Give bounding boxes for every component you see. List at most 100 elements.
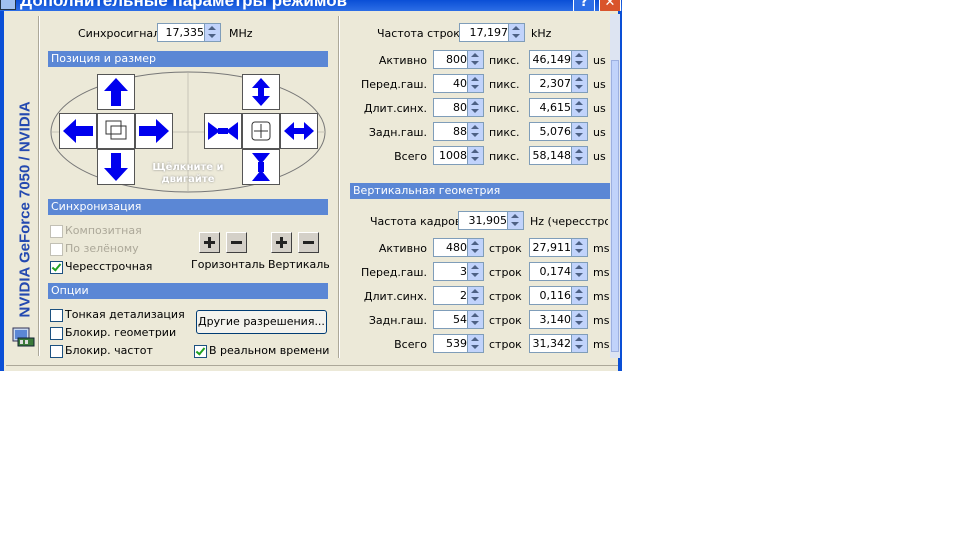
display-card-icon xyxy=(12,327,35,347)
composite-checkbox[interactable] xyxy=(50,225,63,238)
vertical-row-time-unit: ms xyxy=(593,266,610,279)
spin-arrows-icon[interactable] xyxy=(467,287,483,304)
horizontal-row-value: 1008 xyxy=(439,149,467,162)
horizontal-row-time-spinner[interactable]: 4,615 xyxy=(529,98,588,117)
horizontal-row-label: Всего xyxy=(394,150,427,163)
spin-arrows-icon[interactable] xyxy=(571,99,587,116)
horizontal-row-unit: пикс. xyxy=(489,150,520,163)
vertical-row-time-spinner[interactable]: 3,140 xyxy=(529,310,588,329)
move-down-icon[interactable] xyxy=(97,149,135,185)
v-freq-label: Частота кадров xyxy=(370,215,462,228)
brand-strip: NVIDIA GeForce 7050 / NVIDIA xyxy=(12,20,38,320)
horizontal-row-time-spinner[interactable]: 46,149 xyxy=(529,50,588,69)
interlaced-label: Чересстрочная xyxy=(65,260,153,273)
help-button[interactable]: ? xyxy=(573,0,595,11)
interlaced-checkbox[interactable] xyxy=(50,261,63,274)
vertical-row-value-spinner[interactable]: 2 xyxy=(433,286,484,305)
pixel-clock-value: 17,335 xyxy=(165,26,205,39)
other-resolutions-button[interactable]: Другие разрешения... xyxy=(196,310,327,334)
vertical-row-time-unit: ms xyxy=(593,242,610,255)
spin-arrows-icon[interactable] xyxy=(508,24,524,41)
spin-arrows-icon[interactable] xyxy=(571,287,587,304)
horizontal-row-value: 40 xyxy=(453,77,467,90)
spin-arrows-icon[interactable] xyxy=(571,263,587,280)
horizontal-row-value-spinner[interactable]: 1008 xyxy=(433,146,484,165)
horizontal-row-time-spinner[interactable]: 58,148 xyxy=(529,146,588,165)
horizontal-row-value: 80 xyxy=(453,101,467,114)
horizontal-row-unit: пикс. xyxy=(489,102,520,115)
move-right-icon[interactable] xyxy=(135,113,173,149)
shrink-vertical-icon[interactable] xyxy=(242,149,280,185)
brand-separator xyxy=(38,16,40,356)
horizontal-row-label: Перед.гаш. xyxy=(361,78,427,91)
horizontal-row-time-spinner[interactable]: 5,076 xyxy=(529,122,588,141)
spin-arrows-icon[interactable] xyxy=(467,335,483,352)
spin-arrows-icon[interactable] xyxy=(467,51,483,68)
pixel-clock-spinner[interactable]: 17,335 xyxy=(157,23,221,42)
vertical-row-time-spinner[interactable]: 27,911 xyxy=(529,238,588,257)
size-move-icon[interactable] xyxy=(242,113,280,149)
vertical-row-time-spinner[interactable]: 0,116 xyxy=(529,286,588,305)
vertical-row-value-spinner[interactable]: 54 xyxy=(433,310,484,329)
horizontal-row-value-spinner[interactable]: 800 xyxy=(433,50,484,69)
spin-arrows-icon[interactable] xyxy=(571,123,587,140)
stretch-horizontal-icon[interactable] xyxy=(280,113,318,149)
spin-arrows-icon[interactable] xyxy=(571,147,587,164)
vertical-row-time-spinner[interactable]: 31,342 xyxy=(529,334,588,353)
spin-arrows-icon[interactable] xyxy=(467,311,483,328)
vertical-plus-icon[interactable] xyxy=(271,232,292,253)
horizontal-row-time-spinner[interactable]: 2,307 xyxy=(529,74,588,93)
spin-arrows-icon[interactable] xyxy=(507,212,523,229)
on-green-checkbox[interactable] xyxy=(50,243,63,256)
realtime-checkbox[interactable] xyxy=(194,345,207,358)
spin-arrows-icon[interactable] xyxy=(467,239,483,256)
spin-arrows-icon[interactable] xyxy=(571,75,587,92)
vertical-row-label: Активно xyxy=(378,242,427,255)
move-up-icon[interactable] xyxy=(97,74,135,110)
spin-arrows-icon[interactable] xyxy=(571,335,587,352)
vertical-row-time-spinner[interactable]: 0,174 xyxy=(529,262,588,281)
vertical-minus-icon[interactable] xyxy=(298,232,319,253)
center-icon[interactable] xyxy=(97,113,135,149)
horizontal-row-value-spinner[interactable]: 80 xyxy=(433,98,484,117)
horizontal-row-value-spinner[interactable]: 40 xyxy=(433,74,484,93)
vertical-row-time: 31,342 xyxy=(532,337,572,350)
vertical-row-time-unit: ms xyxy=(593,338,610,351)
spin-arrows-icon[interactable] xyxy=(571,239,587,256)
fine-detail-checkbox[interactable] xyxy=(50,309,63,322)
title-bar[interactable]: Дополнительные параметры режимов ? ✕ xyxy=(0,0,622,11)
vertical-row-unit: строк xyxy=(489,314,522,327)
shrink-horizontal-icon[interactable] xyxy=(204,113,242,149)
v-freq-spinner[interactable]: 31,905 xyxy=(458,211,524,230)
lock-geometry-checkbox[interactable] xyxy=(50,327,63,340)
spin-arrows-icon[interactable] xyxy=(467,75,483,92)
vertical-row-label: Всего xyxy=(394,338,427,351)
horizontal-row-value: 800 xyxy=(446,53,467,66)
vertical-sync-label: Вертикаль xyxy=(268,258,330,271)
h-freq-spinner[interactable]: 17,197 xyxy=(459,23,525,42)
spin-arrows-icon[interactable] xyxy=(467,263,483,280)
close-button[interactable]: ✕ xyxy=(599,0,621,11)
spin-arrows-icon[interactable] xyxy=(204,24,220,41)
spin-arrows-icon[interactable] xyxy=(571,51,587,68)
vertical-row-value-spinner[interactable]: 3 xyxy=(433,262,484,281)
lock-freq-checkbox[interactable] xyxy=(50,345,63,358)
horizontal-row-time: 58,148 xyxy=(532,149,572,162)
scrollbar-thumb[interactable] xyxy=(611,60,619,352)
spin-arrows-icon[interactable] xyxy=(467,99,483,116)
vertical-row-value-spinner[interactable]: 539 xyxy=(433,334,484,353)
spin-arrows-icon[interactable] xyxy=(467,123,483,140)
position-pad[interactable]: Щёлкните и двигайте xyxy=(50,69,328,195)
stretch-vertical-icon[interactable] xyxy=(242,74,280,110)
horizontal-row-time-unit: us xyxy=(593,126,606,139)
vertical-row-value-spinner[interactable]: 480 xyxy=(433,238,484,257)
vertical-row-time-unit: ms xyxy=(593,290,610,303)
spin-arrows-icon[interactable] xyxy=(467,147,483,164)
horizontal-minus-icon[interactable] xyxy=(226,232,247,253)
move-left-icon[interactable] xyxy=(59,113,97,149)
v-freq-value: 31,905 xyxy=(468,214,508,227)
horizontal-row-value-spinner[interactable]: 88 xyxy=(433,122,484,141)
spin-arrows-icon[interactable] xyxy=(571,311,587,328)
horizontal-plus-icon[interactable] xyxy=(199,232,220,253)
horizontal-row-time: 5,076 xyxy=(539,125,572,138)
